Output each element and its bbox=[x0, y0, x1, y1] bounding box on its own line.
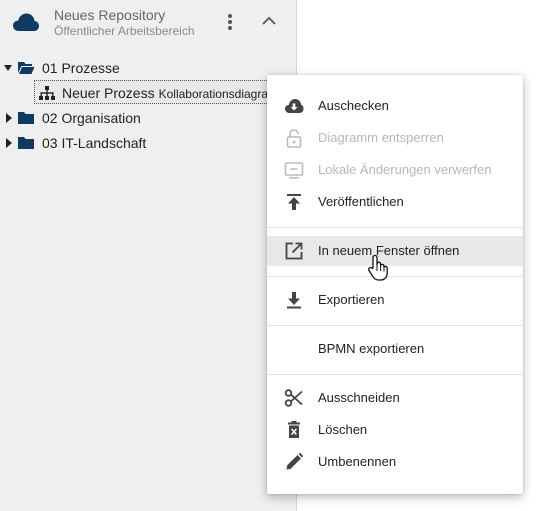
menu-item-loeschen[interactable]: Löschen bbox=[267, 415, 523, 445]
tree-item-neuer-prozess[interactable]: Neuer Prozess Kollaborationsdiagra... bbox=[34, 80, 269, 104]
menu-item-bpmn-exportieren[interactable]: BPMN exportieren bbox=[267, 334, 523, 364]
tree-item-label: 01 Prozesse bbox=[42, 60, 120, 76]
menu-item-auschecken[interactable]: Auschecken bbox=[267, 91, 523, 121]
menu-item-label: BPMN exportieren bbox=[318, 341, 425, 356]
caret-right-icon[interactable] bbox=[4, 137, 14, 149]
discard-icon bbox=[284, 162, 304, 179]
menu-item-veroeffentlichen[interactable]: Veröffentlichen bbox=[267, 187, 523, 217]
download-icon bbox=[287, 292, 301, 309]
menu-divider bbox=[267, 276, 523, 277]
more-options-icon[interactable] bbox=[222, 12, 238, 32]
menu-item-label: Ausschneiden bbox=[318, 390, 400, 405]
menu-item-label: Diagramm entsperren bbox=[318, 130, 444, 145]
cloud-download-icon bbox=[285, 99, 304, 113]
tree-item-label: 02 Organisation bbox=[42, 110, 141, 126]
menu-item-aenderungen-verwerfen[interactable]: Lokale Änderungen verwerfen bbox=[267, 155, 523, 185]
menu-divider bbox=[267, 325, 523, 326]
unlock-icon bbox=[286, 129, 302, 148]
publish-icon bbox=[287, 194, 301, 210]
tree-item-label: 03 IT-Landschaft bbox=[42, 135, 147, 151]
folder-open-icon bbox=[18, 62, 35, 74]
tree-item-prozesse[interactable]: 01 Prozesse bbox=[0, 56, 297, 80]
hierarchy-icon bbox=[39, 86, 55, 100]
menu-item-label: Löschen bbox=[318, 422, 368, 437]
context-menu: Auschecken Diagramm entsperren Lokale Än… bbox=[267, 75, 523, 494]
chevron-up-icon[interactable] bbox=[261, 14, 277, 28]
repository-title: Neues Repository bbox=[54, 7, 166, 23]
tree-item-label: Neuer Prozess bbox=[62, 85, 155, 101]
folder-icon bbox=[18, 112, 34, 124]
menu-divider bbox=[267, 374, 523, 375]
menu-item-label: Umbenennen bbox=[318, 454, 397, 469]
menu-item-label: Lokale Änderungen verwerfen bbox=[318, 162, 492, 177]
caret-down-icon[interactable] bbox=[3, 62, 13, 74]
menu-item-label: Veröffentlichen bbox=[318, 194, 404, 209]
menu-item-umbenennen[interactable]: Umbenennen bbox=[267, 447, 523, 477]
tree-item-type: Kollaborationsdiagra... bbox=[158, 87, 269, 101]
cloud-icon bbox=[13, 13, 39, 31]
menu-item-label: Exportieren bbox=[318, 292, 385, 307]
tree-item-it-landschaft[interactable]: 03 IT-Landschaft bbox=[0, 131, 297, 155]
tree-item-organisation[interactable]: 02 Organisation bbox=[0, 106, 297, 130]
menu-item-label: In neuem Fenster öffnen bbox=[318, 243, 460, 258]
trash-icon bbox=[288, 421, 300, 438]
menu-item-in-neuem-fenster-oeffnen[interactable]: In neuem Fenster öffnen bbox=[267, 236, 523, 266]
repository-header[interactable]: Neues Repository Öffentlicher Arbeitsber… bbox=[0, 0, 297, 46]
menu-item-diagramm-entsperren[interactable]: Diagramm entsperren bbox=[267, 123, 523, 153]
pencil-icon bbox=[286, 452, 304, 470]
repository-subtitle: Öffentlicher Arbeitsbereich bbox=[54, 24, 195, 38]
menu-divider bbox=[267, 227, 523, 228]
open-in-new-icon bbox=[285, 242, 303, 260]
folder-icon bbox=[18, 137, 34, 149]
menu-item-label: Auschecken bbox=[318, 98, 389, 113]
caret-right-icon[interactable] bbox=[4, 112, 14, 124]
sidebar: Neues Repository Öffentlicher Arbeitsber… bbox=[0, 0, 297, 511]
menu-item-exportieren[interactable]: Exportieren bbox=[267, 285, 523, 315]
menu-item-ausschneiden[interactable]: Ausschneiden bbox=[267, 383, 523, 413]
scissors-icon bbox=[284, 389, 303, 407]
